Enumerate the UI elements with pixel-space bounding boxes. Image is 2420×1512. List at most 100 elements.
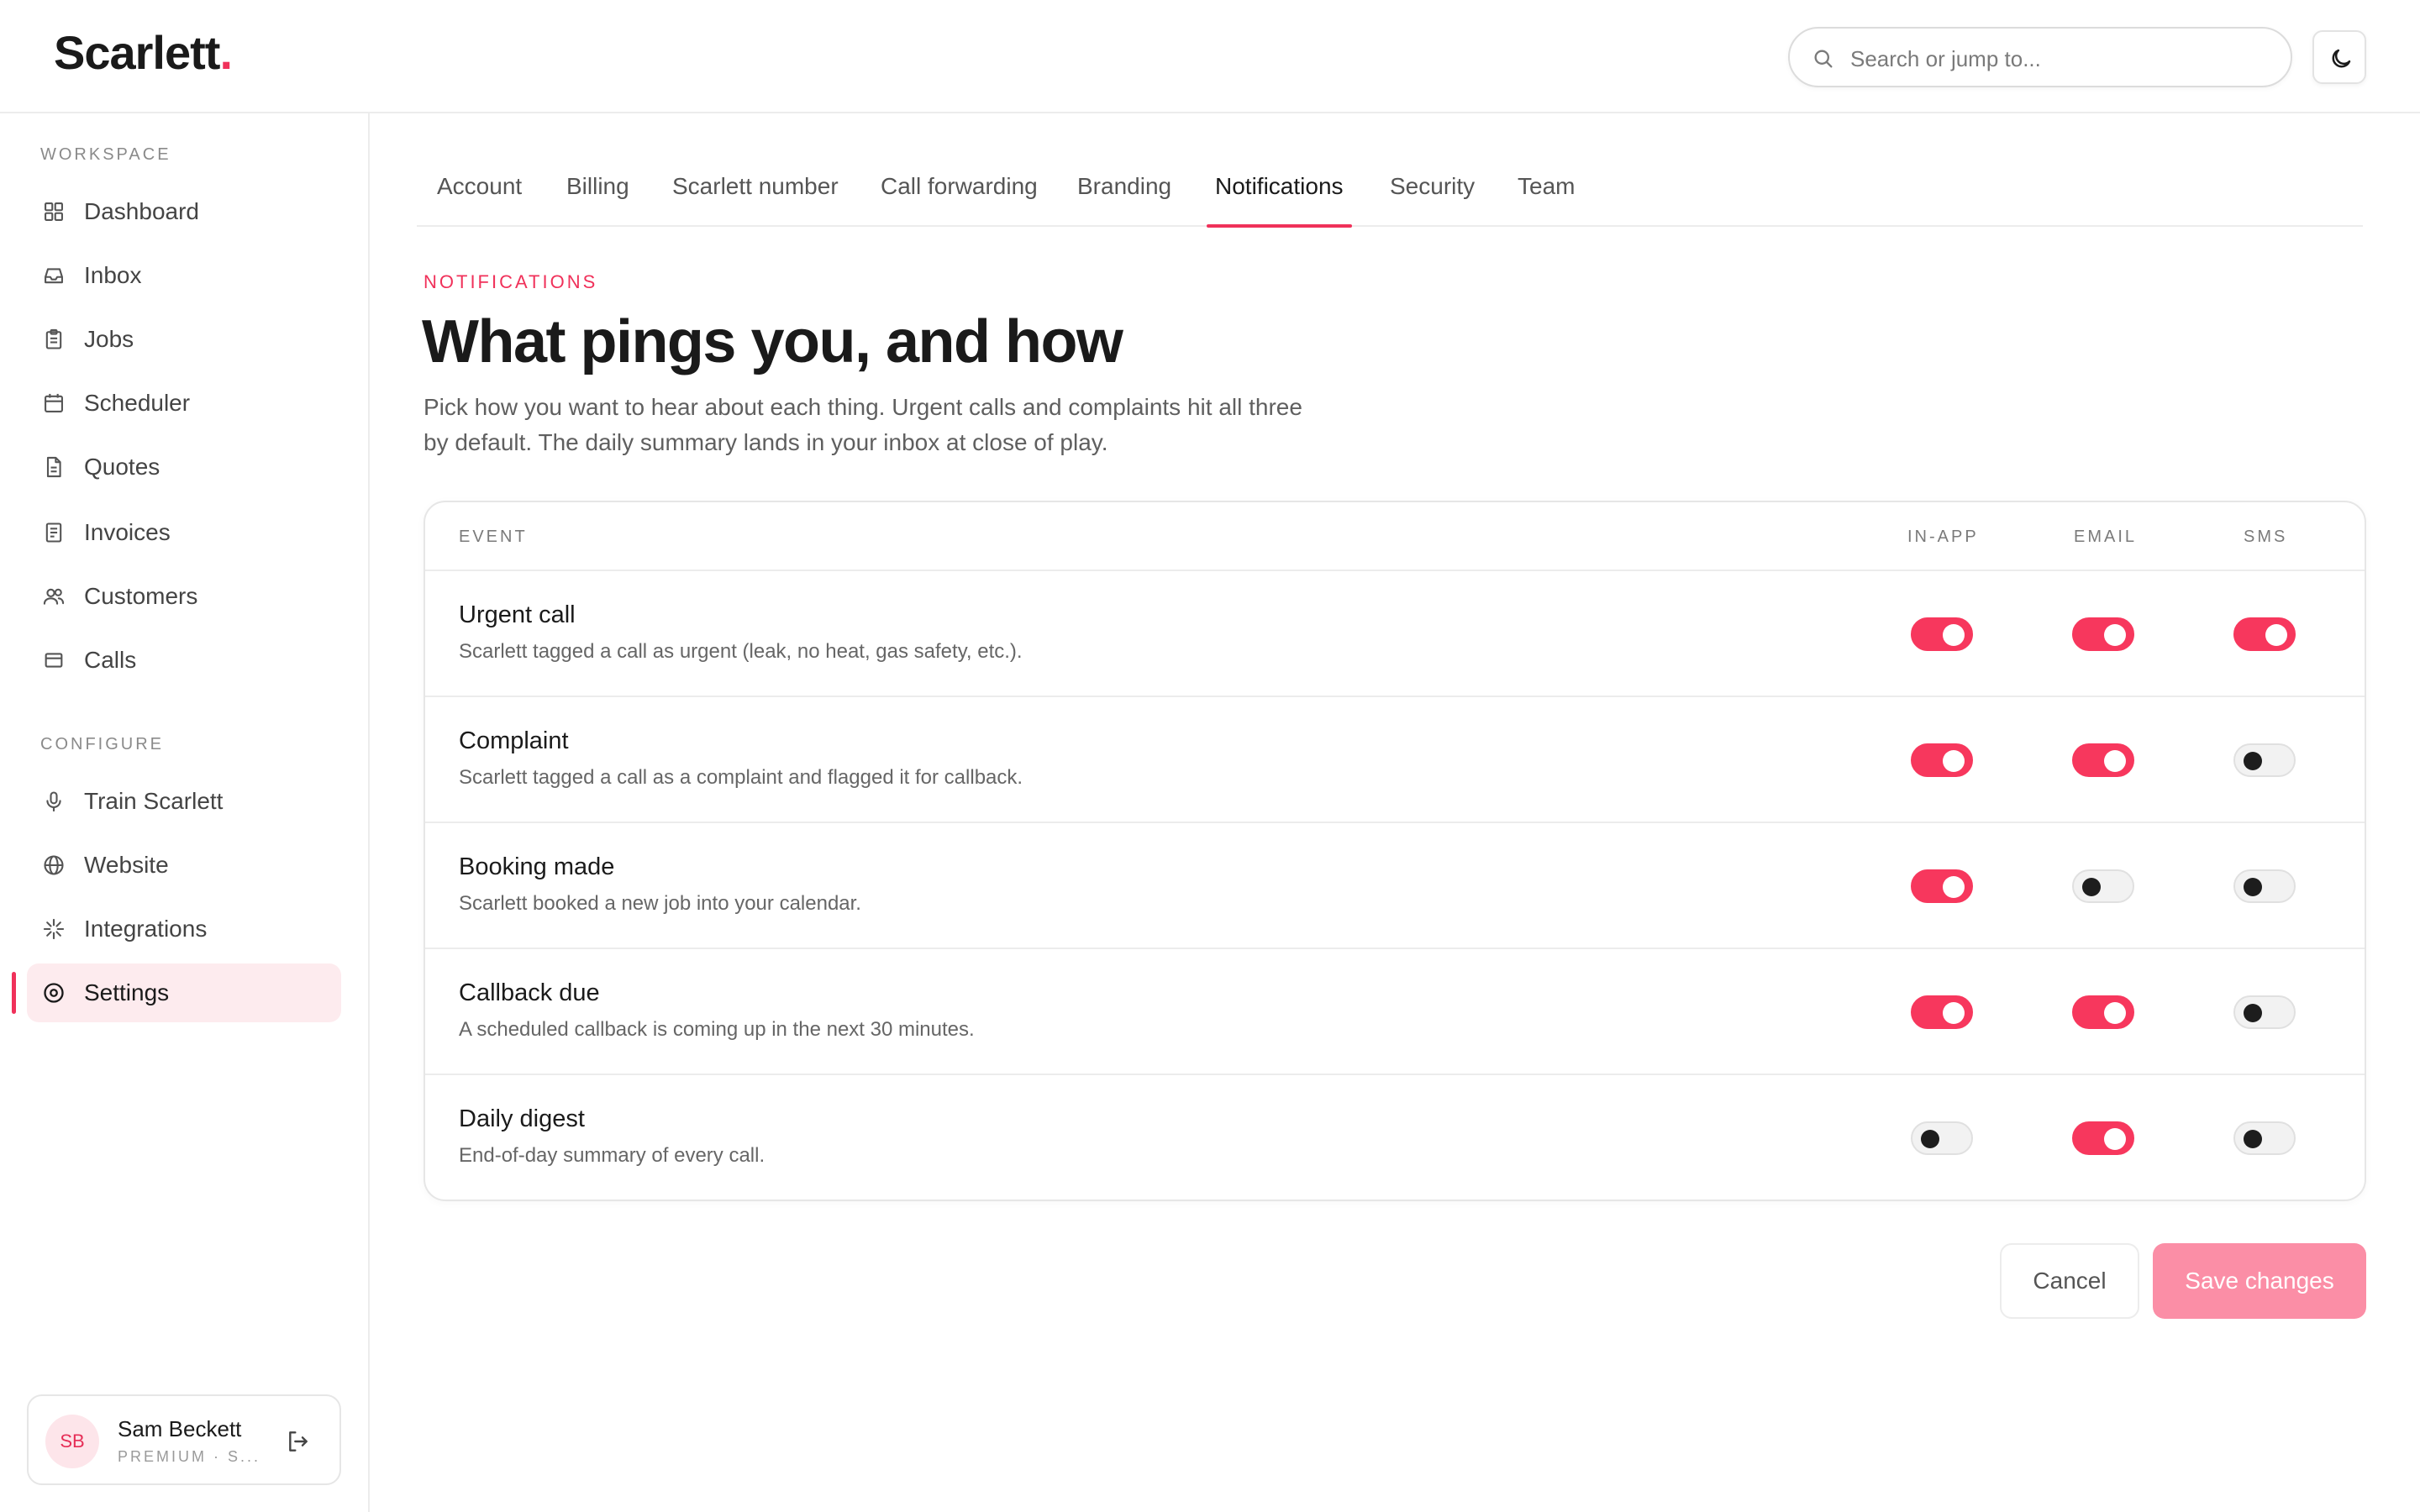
toggle-knob <box>1943 624 1965 646</box>
toggle-knob <box>2244 1004 2262 1022</box>
sidebar-item-website[interactable]: Website <box>27 836 341 895</box>
in-app-toggle[interactable] <box>1911 995 1973 1029</box>
sms-toggle[interactable] <box>2233 617 2296 651</box>
theme-toggle-button[interactable] <box>2312 30 2366 84</box>
sidebar-item-label: Scheduler <box>84 390 191 416</box>
search-box[interactable] <box>1788 27 2292 87</box>
document-icon <box>46 456 61 478</box>
in-app-toggle[interactable] <box>1911 617 1973 651</box>
user-card[interactable]: SB Sam Beckett PREMIUM · S... <box>27 1394 341 1485</box>
sidebar-item-label: Inbox <box>84 262 142 288</box>
settings-tabs: Account Billing Scarlett number Call for… <box>417 151 2363 228</box>
email-toggle[interactable] <box>2072 1121 2134 1155</box>
sidebar-item-inbox[interactable]: Inbox <box>27 246 341 305</box>
event-description: Scarlett booked a new job into your cale… <box>459 892 861 915</box>
event-description: End-of-day summary of every call. <box>459 1144 765 1167</box>
tab-scarlett-number[interactable]: Scarlett number <box>664 173 847 225</box>
column-header-event: EVENT <box>459 528 528 546</box>
sidebar-item-label: Website <box>84 852 169 878</box>
sidebar-item-label: Customers <box>84 583 198 609</box>
event-name: Daily digest <box>459 1105 585 1132</box>
sidebar-item-label: Calls <box>84 647 137 673</box>
in-app-toggle[interactable] <box>1911 869 1973 903</box>
sidebar-item-label: Integrations <box>84 916 208 942</box>
clipboard-icon <box>45 328 62 349</box>
sidebar-item-label: Quotes <box>84 454 160 480</box>
toggle-knob <box>2244 878 2262 896</box>
sidebar-section-workspace: WORKSPACE <box>40 145 171 164</box>
avatar: SB <box>45 1415 99 1468</box>
top-bar: Scarlett. <box>0 0 2420 113</box>
table-row: Daily digest End-of-day summary of every… <box>425 1074 2365 1200</box>
sidebar-item-integrations[interactable]: Integrations <box>27 900 341 958</box>
sms-toggle[interactable] <box>2233 869 2296 903</box>
toggle-knob <box>2244 1130 2262 1148</box>
table-row: Urgent call Scarlett tagged a call as ur… <box>425 570 2365 696</box>
email-toggle[interactable] <box>2072 617 2134 651</box>
section-eyebrow: NOTIFICATIONS <box>424 271 598 292</box>
tab-branding[interactable]: Branding <box>1069 173 1180 225</box>
sparkle-icon <box>43 918 65 940</box>
event-name: Complaint <box>459 727 569 754</box>
column-header-sms: SMS <box>2244 528 2288 546</box>
toggle-knob <box>2104 1128 2126 1150</box>
table-row: Booking made Scarlett booked a new job i… <box>425 822 2365 948</box>
toggle-knob <box>1943 1002 1965 1024</box>
sms-toggle[interactable] <box>2233 995 2296 1029</box>
sms-toggle[interactable] <box>2233 743 2296 777</box>
toggle-knob <box>2082 878 2101 896</box>
sidebar-item-label: Settings <box>84 979 170 1005</box>
toggle-knob <box>1943 876 1965 898</box>
email-toggle[interactable] <box>2072 869 2134 903</box>
sidebar-item-quotes[interactable]: Quotes <box>27 438 341 496</box>
sidebar-item-train-scarlett[interactable]: Train Scarlett <box>27 772 341 831</box>
logout-icon[interactable] <box>284 1428 311 1455</box>
toggle-knob <box>2244 752 2262 770</box>
tab-billing[interactable]: Billing <box>558 173 638 225</box>
tab-security[interactable]: Security <box>1381 173 1483 225</box>
sms-toggle[interactable] <box>2233 1121 2296 1155</box>
sidebar-item-customers[interactable]: Customers <box>27 567 341 626</box>
sidebar-item-invoices[interactable]: Invoices <box>27 503 341 562</box>
calls-icon <box>45 653 63 668</box>
save-changes-button[interactable]: Save changes <box>2153 1243 2366 1319</box>
sidebar-item-label: Invoices <box>84 519 171 545</box>
tab-notifications[interactable]: Notifications <box>1207 173 1352 228</box>
sidebar-item-scheduler[interactable]: Scheduler <box>27 374 341 433</box>
in-app-toggle[interactable] <box>1911 743 1973 777</box>
in-app-toggle[interactable] <box>1911 1121 1973 1155</box>
active-indicator <box>12 972 16 1014</box>
dashboard-icon <box>45 202 63 221</box>
sidebar-item-calls[interactable]: Calls <box>27 631 341 690</box>
column-header-email: EMAIL <box>2074 528 2138 546</box>
microphone-icon <box>46 791 61 812</box>
event-description: A scheduled callback is coming up in the… <box>459 1018 975 1041</box>
tab-account[interactable]: Account <box>429 173 530 225</box>
table-row: Complaint Scarlett tagged a call as a co… <box>425 696 2365 822</box>
event-description: Scarlett tagged a call as urgent (leak, … <box>459 640 1023 663</box>
tab-call-forwarding[interactable]: Call forwarding <box>872 173 1046 225</box>
sidebar-section-configure: CONFIGURE <box>40 735 164 753</box>
calendar-icon <box>45 393 63 412</box>
cancel-button[interactable]: Cancel <box>2000 1243 2139 1319</box>
column-header-in-app: IN-APP <box>1907 528 1979 546</box>
sidebar-item-label: Train Scarlett <box>84 788 224 814</box>
email-toggle[interactable] <box>2072 995 2134 1029</box>
email-toggle[interactable] <box>2072 743 2134 777</box>
inbox-icon <box>45 268 63 284</box>
sidebar: WORKSPACE Dashboard Inbox Jobs Scheduler… <box>0 113 370 1512</box>
globe-icon <box>44 855 64 875</box>
notifications-table: EVENT IN-APP EMAIL SMS Urgent call Scarl… <box>424 501 2366 1201</box>
sidebar-item-jobs[interactable]: Jobs <box>27 310 341 369</box>
moon-icon <box>2332 49 2351 68</box>
toggle-knob <box>1921 1130 1939 1148</box>
app-logo[interactable]: Scarlett. <box>54 25 233 80</box>
sidebar-item-settings[interactable]: Settings <box>27 963 341 1022</box>
search-input[interactable] <box>1850 40 2270 77</box>
toggle-knob <box>2104 1002 2126 1024</box>
receipt-icon <box>45 522 62 543</box>
user-plan: PREMIUM · S... <box>118 1448 261 1465</box>
search-icon <box>1814 50 1833 68</box>
sidebar-item-dashboard[interactable]: Dashboard <box>27 182 341 241</box>
tab-team[interactable]: Team <box>1509 173 1583 225</box>
